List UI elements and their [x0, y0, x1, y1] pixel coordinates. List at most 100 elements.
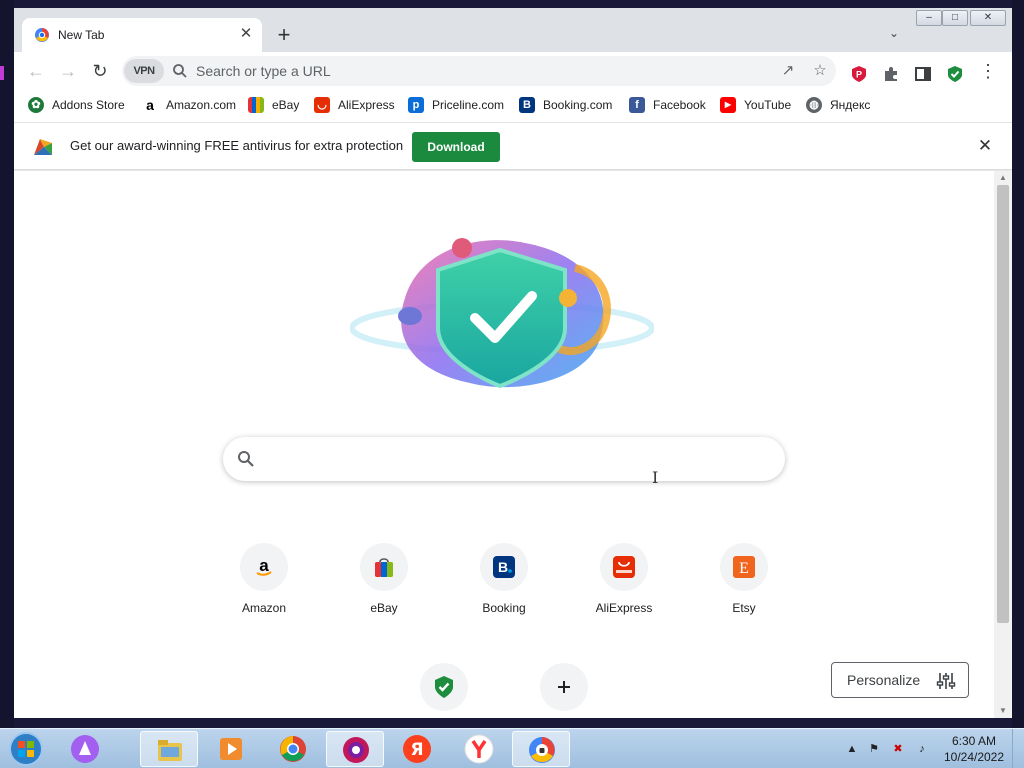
tab-new-tab[interactable]: New Tab ✕ [22, 18, 262, 52]
bookmark-amazon[interactable]: a Amazon.com [142, 95, 236, 115]
taskbar-alice[interactable] [56, 731, 114, 767]
new-tab-button[interactable]: + [272, 24, 296, 48]
etsy-logo-icon: E [733, 556, 755, 578]
clock[interactable]: 6:30 AM 10/24/2022 [938, 733, 1010, 765]
bookmark-label: YouTube [744, 98, 792, 112]
bookmark-addons-store[interactable]: ✿ Addons Store [28, 95, 125, 115]
bookmark-priceline[interactable]: p Priceline.com [408, 95, 504, 115]
ntp-search-input[interactable] [267, 437, 767, 481]
avg-logo-icon [34, 139, 52, 155]
clock-time: 6:30 AM [951, 734, 997, 748]
bookmark-booking[interactable]: B Booking.com [519, 95, 612, 115]
address-bar[interactable]: VPN Search or type a URL ↗ ☆ [122, 56, 836, 86]
bookmark-ebay[interactable]: eBay [248, 95, 299, 115]
ebay-icon [248, 97, 264, 113]
tab-strip: New Tab ✕ + ⌄ ‒ □ ✕ [14, 8, 1012, 52]
shortcut-protection[interactable] [396, 663, 492, 715]
taskbar-current-browser[interactable] [512, 731, 570, 767]
menu-kebab-icon[interactable]: ⋮ [976, 60, 1000, 82]
svg-text:B: B [498, 559, 508, 575]
add-shortcut-button[interactable] [516, 663, 612, 715]
antivirus-infobar: Get our award-winning FREE antivirus for… [14, 122, 1012, 170]
bookmark-label: Facebook [653, 98, 706, 112]
svg-text:E: E [739, 560, 749, 577]
taskbar-yandex[interactable] [450, 731, 508, 767]
shortcut-ebay[interactable]: eBay [336, 543, 432, 633]
network-icon[interactable]: ✖ [890, 741, 906, 757]
shortcut-booking[interactable]: B Booking [456, 543, 552, 633]
scroll-thumb[interactable] [997, 185, 1009, 623]
desktop-edge-left [0, 0, 14, 728]
browser-toolbar: ← → ↻ VPN Search or type a URL ↗ ☆ P ⋮ [14, 52, 1012, 90]
shortcut-amazon[interactable]: a Amazon [216, 543, 312, 633]
side-panel-icon[interactable] [914, 65, 932, 83]
bookmark-facebook[interactable]: f Facebook [629, 95, 706, 115]
tile-label: eBay [370, 601, 398, 615]
scroll-down-icon[interactable]: ▼ [994, 704, 1012, 718]
media-player-icon [220, 738, 242, 760]
bookmark-label: AliExpress [338, 98, 395, 112]
minimize-button[interactable]: ‒ [916, 10, 942, 26]
search-icon [238, 451, 254, 467]
taskbar-avg-browser[interactable] [326, 731, 384, 767]
shortcut-aliexpress[interactable]: AliExpress [576, 543, 672, 633]
desktop-marker [0, 66, 4, 80]
taskbar-explorer[interactable] [140, 731, 198, 767]
plus-icon [558, 681, 570, 693]
volume-icon[interactable]: ♪ [914, 741, 930, 757]
personalize-label: Personalize [847, 672, 921, 688]
reload-button[interactable]: ↻ [88, 60, 112, 82]
taskbar-yandex-browser[interactable]: Я [388, 731, 446, 767]
secure-browser-icon [343, 737, 369, 763]
tile-circle [360, 543, 408, 591]
yandex-browser-icon [464, 734, 494, 764]
taskbar-media-player[interactable] [202, 731, 260, 767]
ntp-search-box[interactable] [223, 437, 785, 481]
bookmark-star-icon[interactable]: ☆ [810, 61, 830, 81]
show-desktop-button[interactable] [1012, 729, 1024, 768]
booking-logo-icon: B [493, 556, 515, 578]
maximize-button[interactable]: □ [942, 10, 968, 26]
tab-search-chevron-icon[interactable]: ⌄ [884, 26, 904, 46]
tile-circle: B [480, 543, 528, 591]
tile-label: AliExpress [595, 601, 653, 615]
booking-icon: B [519, 97, 535, 113]
forward-button[interactable]: → [56, 60, 80, 82]
scroll-up-icon[interactable]: ▲ [994, 171, 1012, 185]
browser-logo-icon [529, 737, 555, 763]
extensions-puzzle-icon[interactable] [882, 65, 900, 83]
priceline-icon: p [408, 97, 424, 113]
svg-text:Я: Я [410, 740, 423, 760]
infobar-close-icon[interactable]: ✕ [975, 136, 995, 156]
desktop-edge-right [1012, 0, 1024, 728]
bookmark-label: Amazon.com [166, 98, 237, 112]
chrome-icon [280, 736, 306, 762]
bookmark-youtube[interactable]: ▶ YouTube [720, 95, 791, 115]
close-window-button[interactable]: ✕ [970, 10, 1006, 26]
facebook-icon: f [629, 97, 645, 113]
sliders-icon [936, 673, 956, 689]
start-button-icon[interactable] [6, 730, 46, 768]
pinterest-extension-icon[interactable]: P [850, 65, 868, 83]
personalize-button[interactable]: Personalize [831, 662, 969, 698]
amazon-icon: a [142, 97, 158, 113]
vpn-badge[interactable]: VPN [124, 59, 164, 83]
back-button[interactable]: ← [24, 60, 48, 82]
download-button[interactable]: Download [412, 132, 500, 162]
amazon-logo-icon: a [256, 556, 272, 576]
bookmark-aliexpress[interactable]: ◡ AliExpress [314, 95, 395, 115]
vertical-scrollbar[interactable]: ▲ ▼ [994, 171, 1012, 718]
bookmark-yandex[interactable]: ◍ Яндекс [806, 95, 870, 115]
share-icon[interactable]: ↗ [778, 61, 798, 81]
taskbar-chrome[interactable] [264, 731, 322, 767]
tray-expand-icon[interactable]: ▲ [844, 741, 860, 757]
shortcut-etsy[interactable]: E Etsy [696, 543, 792, 633]
addons-store-icon: ✿ [28, 97, 44, 113]
address-placeholder: Search or type a URL [196, 63, 331, 79]
action-center-icon[interactable]: ⚑ [866, 741, 882, 757]
shield-extension-icon[interactable] [946, 65, 964, 83]
ebay-bag-icon [375, 558, 393, 577]
shield-check-icon [435, 676, 453, 698]
tab-close-icon[interactable]: ✕ [236, 24, 256, 44]
browser-window: New Tab ✕ + ⌄ ‒ □ ✕ ← → ↻ VPN Search or … [14, 8, 1012, 718]
